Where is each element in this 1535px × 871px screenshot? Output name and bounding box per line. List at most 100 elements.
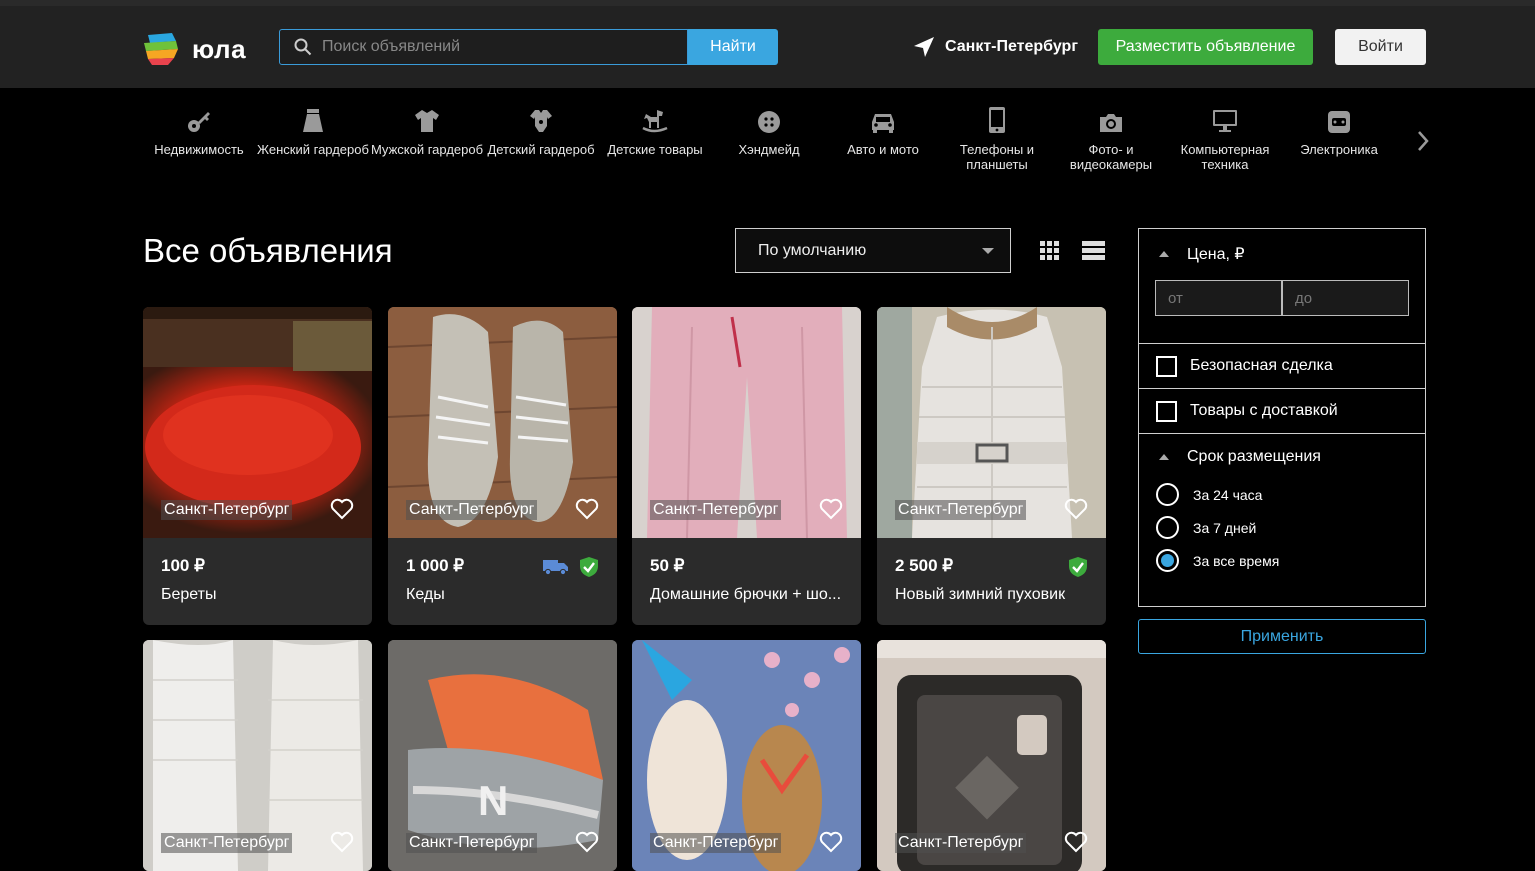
safe-deal-checkbox-row[interactable]: Безопасная сделка — [1139, 344, 1425, 389]
listing-city: Санкт-Петербург — [895, 500, 1027, 520]
listing-card[interactable]: Санкт-Петербург — [877, 640, 1106, 871]
listing-card[interactable]: Санкт-Петербург 1 000 ₽ Кеды — [388, 307, 617, 625]
search-icon — [294, 38, 312, 56]
apply-filters-button[interactable]: Применить — [1138, 619, 1426, 654]
listing-photo[interactable]: N Санкт-Петербург — [388, 640, 617, 871]
category-computers[interactable]: Компьютерная техника — [1168, 100, 1282, 180]
period-filter-header[interactable]: Срок размещения — [1139, 448, 1425, 466]
category-label: Компьютерная техника — [1180, 142, 1270, 172]
period-option-24h[interactable]: За 24 часа — [1139, 478, 1425, 511]
period-option-all[interactable]: За все время — [1139, 544, 1425, 577]
list-view-button[interactable] — [1082, 241, 1105, 265]
button-icon — [758, 111, 780, 133]
post-ad-button[interactable]: Разместить объявление — [1098, 29, 1313, 65]
listing-photo[interactable]: Санкт-Петербург — [388, 307, 617, 538]
monitor-icon — [1213, 110, 1237, 132]
heart-icon[interactable] — [575, 498, 599, 520]
heart-icon[interactable] — [1064, 831, 1088, 853]
heart-icon[interactable] — [330, 831, 354, 853]
chevron-down-icon — [982, 248, 994, 254]
price-filter: Цена, ₽ — [1139, 229, 1425, 344]
heart-icon[interactable] — [819, 831, 843, 853]
delivery-checkbox[interactable] — [1156, 400, 1177, 422]
listing-card[interactable]: Санкт-Петербург — [632, 640, 861, 871]
safe-deal-checkbox[interactable] — [1156, 355, 1177, 377]
key-icon — [188, 112, 210, 132]
radio-button[interactable] — [1156, 516, 1179, 539]
price-filter-title: Цена, ₽ — [1187, 246, 1245, 263]
listing-photo[interactable]: Санкт-Петербург — [143, 307, 372, 538]
chevron-right-icon — [1418, 131, 1429, 151]
listing-title: Кеды — [406, 586, 445, 603]
listing-info: 50 ₽ Домашние брючки + шо... — [632, 538, 861, 625]
category-cameras[interactable]: Фото- и видеокамеры — [1054, 100, 1168, 180]
category-label: Недвижимость — [154, 142, 244, 157]
camera-icon — [1100, 114, 1122, 132]
category-real-estate[interactable]: Недвижимость — [142, 100, 256, 180]
logo[interactable]: юла — [142, 31, 246, 67]
category-label: Телефоны и планшеты — [959, 142, 1035, 172]
search-button[interactable]: Найти — [688, 29, 778, 65]
radio-button[interactable] — [1156, 483, 1179, 506]
category-nav: Недвижимость Женский гардероб Мужской га… — [142, 100, 1432, 180]
category-next-button[interactable] — [1416, 130, 1430, 157]
city-selector[interactable]: Санкт-Петербург — [913, 36, 1078, 58]
category-phones-tablets[interactable]: Телефоны и планшеты — [940, 100, 1054, 180]
listing-title: Береты — [161, 586, 217, 603]
listing-city: Санкт-Петербург — [406, 500, 538, 520]
category-womens-clothing[interactable]: Женский гардероб — [256, 100, 370, 180]
period-option-label: За 24 часа — [1193, 486, 1263, 503]
period-option-label: За 7 дней — [1193, 519, 1257, 536]
login-button[interactable]: Войти — [1335, 29, 1426, 65]
delivery-checkbox-row[interactable]: Товары с доставкой — [1139, 389, 1425, 434]
heart-icon[interactable] — [1064, 498, 1088, 520]
listing-card[interactable]: Санкт-Петербург 50 ₽ Домашние брючки + ш… — [632, 307, 861, 625]
listing-photo[interactable]: Санкт-Петербург — [877, 640, 1106, 871]
period-option-7d[interactable]: За 7 дней — [1139, 511, 1425, 544]
listing-city: Санкт-Петербург — [161, 500, 293, 520]
listing-city: Санкт-Петербург — [161, 833, 293, 853]
logo-icon — [144, 33, 178, 65]
listing-photo[interactable]: Санкт-Петербург — [143, 640, 372, 871]
category-label: Детский гардероб — [487, 142, 595, 157]
listing-card[interactable]: Санкт-Петербург — [143, 640, 372, 871]
price-to-input[interactable] — [1282, 280, 1409, 316]
grid-view-button[interactable] — [1040, 241, 1059, 265]
category-kids-clothing[interactable]: Детский гардероб — [484, 100, 598, 180]
category-kids-goods[interactable]: Детские товары — [598, 100, 712, 180]
safe-deal-shield-icon — [1069, 557, 1087, 577]
logo-text: юла — [192, 33, 247, 64]
search-bar: Найти — [279, 29, 778, 65]
listing-price: 100 ₽ — [161, 556, 205, 575]
price-from-input[interactable] — [1155, 280, 1282, 316]
phone-icon — [989, 107, 1005, 133]
heart-icon[interactable] — [330, 498, 354, 520]
search-box[interactable] — [279, 29, 688, 65]
city-label: Санкт-Петербург — [945, 38, 1078, 55]
category-handmade[interactable]: Хэндмейд — [712, 100, 826, 180]
category-label: Электроника — [1300, 142, 1378, 157]
heart-icon[interactable] — [575, 831, 599, 853]
category-mens-clothing[interactable]: Мужской гардероб — [370, 100, 484, 180]
list-icon — [1082, 241, 1105, 260]
sort-dropdown[interactable]: По умолчанию — [735, 228, 1011, 273]
listing-info: 1 000 ₽ Кеды — [388, 538, 617, 625]
listing-photo[interactable]: Санкт-Петербург — [632, 307, 861, 538]
listing-photo[interactable]: Санкт-Петербург — [632, 640, 861, 871]
rocking-horse-icon — [642, 110, 668, 133]
category-auto-moto[interactable]: Авто и мото — [826, 100, 940, 180]
category-label: Детские товары — [607, 142, 703, 157]
heart-icon[interactable] — [819, 498, 843, 520]
category-electronics[interactable]: Электроника — [1282, 100, 1396, 180]
search-input[interactable] — [322, 38, 662, 56]
listing-card[interactable]: N Санкт-Петербург — [388, 640, 617, 871]
price-filter-header[interactable]: Цена, ₽ — [1139, 229, 1425, 264]
listing-city: Санкт-Петербург — [406, 833, 538, 853]
listing-card[interactable]: Санкт-Петербург 100 ₽ Береты — [143, 307, 372, 625]
listing-badges — [1068, 556, 1088, 578]
safe-deal-shield-icon — [580, 557, 598, 577]
listing-photo[interactable]: Санкт-Петербург — [877, 307, 1106, 538]
radio-button-selected[interactable] — [1156, 549, 1179, 572]
category-label: Хэндмейд — [738, 142, 800, 157]
listing-card[interactable]: Санкт-Петербург 2 500 ₽ Новый зимний пух… — [877, 307, 1106, 625]
